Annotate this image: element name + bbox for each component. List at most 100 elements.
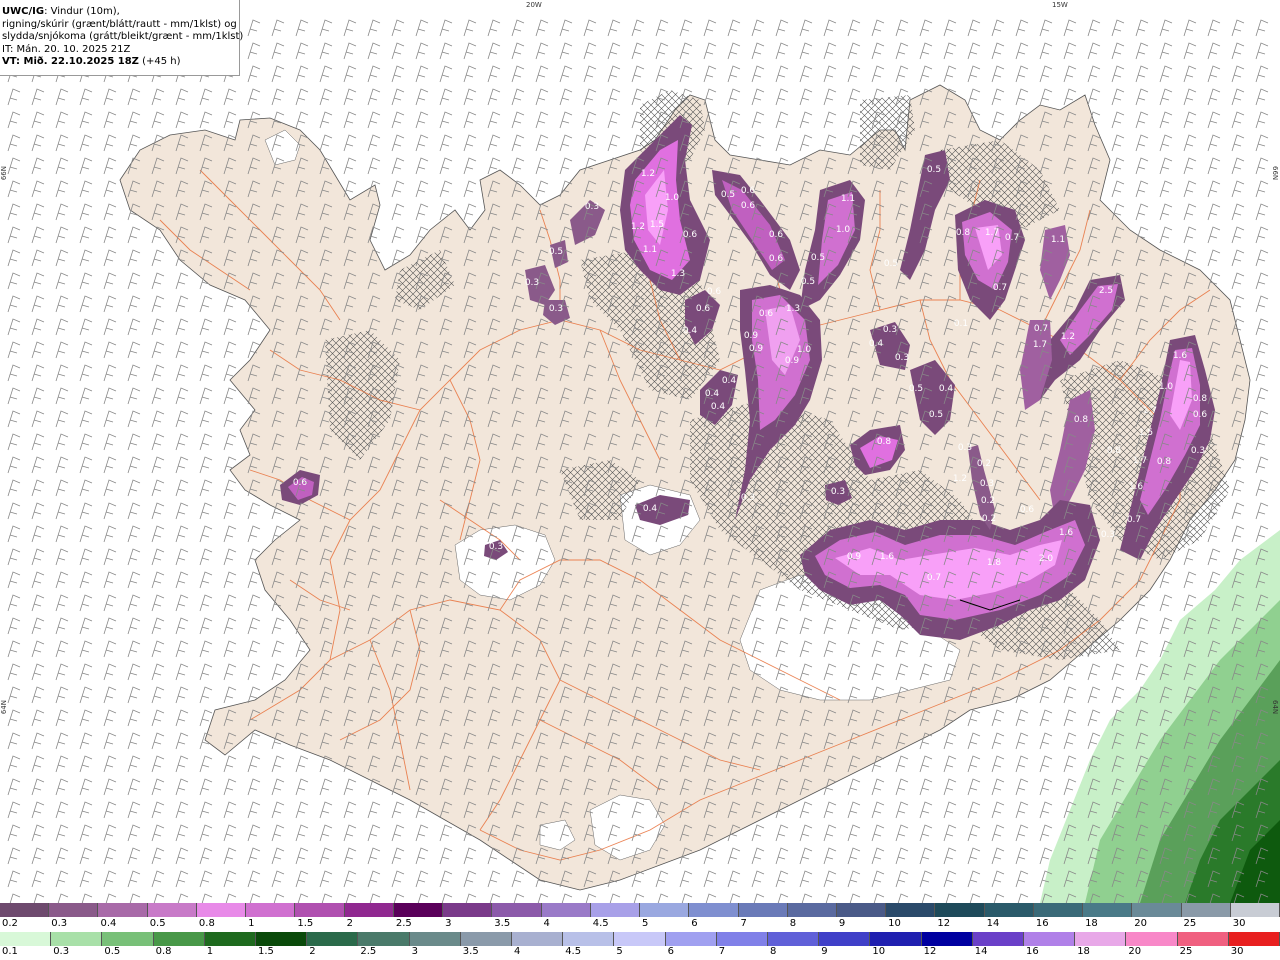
snow-legend-label: 0.2 bbox=[2, 918, 18, 929]
precip-value-label: 0.2 bbox=[981, 496, 995, 506]
rain-legend-label: 4.5 bbox=[565, 946, 582, 957]
precip-value-label: 0.7 bbox=[1034, 324, 1048, 334]
precip-value-label: 0.7 bbox=[927, 573, 941, 583]
coord-20w: 20W bbox=[526, 1, 542, 9]
precip-value-label: 1.7 bbox=[1143, 406, 1157, 416]
precip-value-label: 0.8 bbox=[1157, 457, 1172, 467]
precip-value-label: 1.7 bbox=[985, 228, 999, 238]
snow-legend-swatch bbox=[49, 903, 99, 917]
snow-legend-label: 6 bbox=[691, 918, 698, 929]
precip-value-label: 1.0 bbox=[665, 193, 680, 203]
coord-15w: 15W bbox=[1052, 1, 1068, 9]
rain-legend-label: 3.5 bbox=[462, 946, 479, 957]
rain-legend-label: 0.5 bbox=[104, 946, 121, 957]
snow-legend-label: 16 bbox=[1035, 918, 1049, 929]
precip-value-label: 0.4 bbox=[711, 402, 726, 412]
snow-legend-label: 12 bbox=[937, 918, 951, 929]
precip-value-label: 0.7 bbox=[993, 283, 1007, 293]
snow-legend-label: 14 bbox=[986, 918, 1000, 929]
info-box: UWC/IG: Vindur (10m), rigning/skúrir (gr… bbox=[0, 0, 243, 76]
model-name: UWC/IG bbox=[2, 6, 45, 17]
precip-value-label: 0.8 bbox=[877, 437, 892, 447]
valid-time: VT: Mið. 22.10.2025 18Z bbox=[2, 56, 139, 67]
snow-legend-swatch bbox=[196, 903, 247, 917]
rain-legend-swatch bbox=[972, 932, 1025, 946]
rain-legend-swatch bbox=[921, 932, 973, 946]
rain-legend-swatch bbox=[358, 932, 410, 946]
precip-value-label: 0.4 bbox=[939, 384, 954, 394]
precip-value-label: 0.7 bbox=[1005, 233, 1019, 243]
precip-value-label: 0.3 bbox=[1191, 446, 1205, 456]
snow-legend-label: 0.4 bbox=[100, 918, 117, 929]
precip-value-label: 0.3 bbox=[958, 443, 972, 453]
snow-legend-label: 25 bbox=[1183, 918, 1197, 929]
rain-legend-label: 2 bbox=[309, 946, 316, 957]
precip-value-label: 0.3 bbox=[831, 487, 845, 497]
precip-value-label: 0.9 bbox=[785, 356, 800, 366]
precip-value-label: 0.5 bbox=[801, 277, 815, 287]
snow-legend-label: 9 bbox=[838, 918, 846, 929]
rain-legend-label: 12 bbox=[923, 946, 937, 957]
precip-value-label: 0.5 bbox=[929, 410, 943, 420]
rain-legend-swatch bbox=[768, 932, 820, 946]
precip-value-label: 0.3 bbox=[980, 479, 994, 489]
rain-legend-label: 8 bbox=[770, 946, 777, 957]
snow-legend-swatch bbox=[443, 903, 493, 917]
rain-legend-label: 1.5 bbox=[258, 946, 274, 957]
snow-legend-label: 0.3 bbox=[51, 918, 68, 929]
precip-value-label: 0.8 bbox=[1074, 415, 1089, 425]
rain-legend-swatch bbox=[614, 932, 666, 946]
snow-legend-swatch bbox=[935, 903, 985, 917]
snow-legend-swatch bbox=[886, 903, 936, 917]
snow-legend-swatch bbox=[1132, 903, 1182, 917]
precip-value-label: 0.6 bbox=[293, 478, 308, 488]
precip-value-label: 0.3 bbox=[741, 493, 755, 503]
rain-legend-swatch bbox=[409, 932, 461, 946]
snow-legend-swatch bbox=[541, 903, 591, 917]
rain-legend-swatch bbox=[204, 932, 257, 946]
rain-legend-swatch bbox=[256, 932, 308, 946]
rain-legend-swatch bbox=[512, 932, 564, 946]
snow-legend-label: 2 bbox=[346, 918, 353, 929]
rain-legend-label: 18 bbox=[1077, 946, 1090, 957]
precip-value-label: 1.1 bbox=[643, 245, 657, 255]
precip-value-label: 0.6 bbox=[741, 186, 756, 196]
precip-value-label: 1.1 bbox=[841, 194, 855, 204]
precip-value-label: 1.7 bbox=[1033, 340, 1047, 350]
snow-legend-swatch bbox=[147, 903, 197, 917]
rain-legend-label: 9 bbox=[821, 946, 828, 957]
precip-value-label: 1.1 bbox=[1051, 235, 1065, 245]
precip-value-label: 0.5 bbox=[549, 247, 563, 257]
precip-value-label: 0.3 bbox=[525, 278, 539, 288]
rain-legend-label: 0.1 bbox=[2, 946, 18, 957]
precip-value-label: 1.6 bbox=[1129, 482, 1144, 492]
precip-value-label: 0.8 bbox=[956, 228, 971, 238]
precip-value-label: 0.2 bbox=[982, 514, 996, 524]
precip-value-label: 1.5 bbox=[650, 220, 664, 230]
rain-legend-label: 10 bbox=[872, 946, 886, 957]
snow-legend-label: 30 bbox=[1232, 918, 1246, 929]
precip-value-label: 0.9 bbox=[847, 552, 862, 562]
rain-legend-swatch bbox=[460, 932, 513, 946]
snow-legend-swatch bbox=[1181, 903, 1231, 917]
snow-legend-swatch bbox=[393, 903, 444, 917]
header-line4: IT: Mán. 20. 10. 2025 21Z bbox=[2, 43, 131, 55]
precip-value-label: 0.6 bbox=[759, 309, 774, 319]
precip-value-label: 0.9 bbox=[749, 344, 764, 354]
precip-value-label: 0.4 bbox=[643, 504, 658, 514]
snow-legend bbox=[0, 903, 1280, 917]
precip-value-label: 0.6 bbox=[769, 230, 784, 240]
weather-map: 1.2 1.0 1.2 1.5 1.1 1.3 0.6 0.3 0.5 0.3 0.3 0.5 0.6 0… bbox=[0, 0, 1280, 911]
rain-legend-swatch bbox=[1228, 932, 1280, 946]
rain-legend-swatch bbox=[153, 932, 205, 946]
coord-64n-left: 64N bbox=[0, 700, 8, 715]
precip-value-label: 0.6 bbox=[769, 254, 784, 264]
rain-legend-swatch bbox=[1126, 932, 1178, 946]
snow-legend-label: 1.5 bbox=[297, 918, 314, 929]
rain-legend-swatch bbox=[819, 932, 871, 946]
precip-value-label: 1.2 bbox=[641, 169, 655, 179]
precip-value-label: 0.9 bbox=[744, 331, 759, 341]
rain-legend-swatch bbox=[1075, 932, 1127, 946]
precip-value-label: 1.7 bbox=[1133, 456, 1147, 466]
precip-value-label: 0.6 bbox=[741, 201, 756, 211]
